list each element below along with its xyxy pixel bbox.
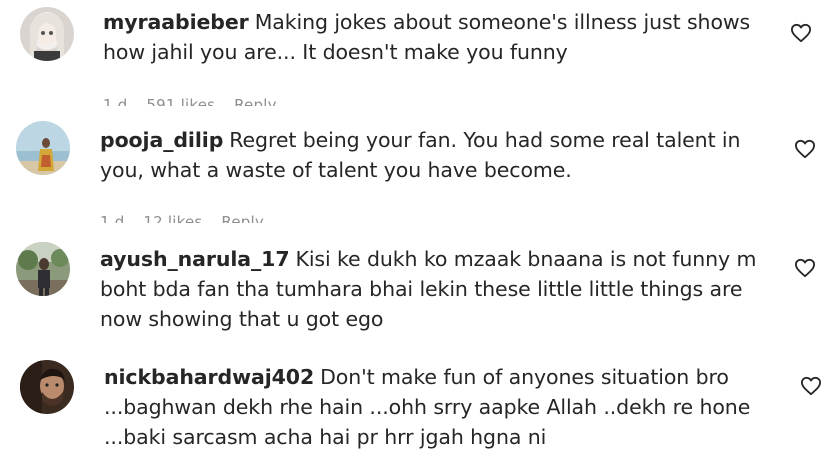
comment-likes[interactable]: 591 likes bbox=[146, 97, 215, 106]
comment-username[interactable]: nickbahardwaj402 bbox=[104, 365, 314, 389]
avatar[interactable] bbox=[20, 360, 74, 414]
avatar-girl-icon bbox=[20, 7, 74, 61]
comment-body: ayush_narula_17 Kisi ke dukh ko mzaak bna… bbox=[100, 244, 770, 334]
comment-meta: 1 d 591 likes Reply bbox=[103, 97, 291, 106]
comment-username[interactable]: pooja_dilip bbox=[100, 128, 223, 152]
like-heart-icon[interactable] bbox=[790, 23, 812, 43]
comment-body: pooja_dilip Regret being your fan. You ha… bbox=[100, 125, 760, 185]
reply-button[interactable]: Reply bbox=[234, 97, 277, 106]
reply-button[interactable]: Reply bbox=[221, 214, 264, 223]
like-heart-icon[interactable] bbox=[800, 376, 822, 396]
avatar-outdoor-icon bbox=[16, 242, 70, 296]
comment-time: 1 d bbox=[100, 214, 125, 223]
comment-username[interactable]: myraabieber bbox=[103, 10, 249, 34]
avatar[interactable] bbox=[16, 121, 70, 175]
like-heart-icon[interactable] bbox=[794, 258, 816, 278]
comment-username[interactable]: ayush_narula_17 bbox=[100, 247, 290, 271]
comment-likes[interactable]: 12 likes bbox=[143, 214, 202, 223]
avatar[interactable] bbox=[16, 242, 70, 296]
comment-meta: 1 d 12 likes Reply bbox=[100, 214, 278, 223]
like-heart-icon[interactable] bbox=[794, 139, 816, 159]
comment-time: 1 d bbox=[103, 97, 128, 106]
avatar-beach-icon bbox=[16, 121, 70, 175]
comment-body: nickbahardwaj402 Don't make fun of anyone… bbox=[104, 362, 770, 452]
avatar-man-icon bbox=[20, 360, 74, 414]
comment-body: myraabieber Making jokes about someone's … bbox=[103, 7, 763, 67]
avatar[interactable] bbox=[20, 7, 74, 61]
